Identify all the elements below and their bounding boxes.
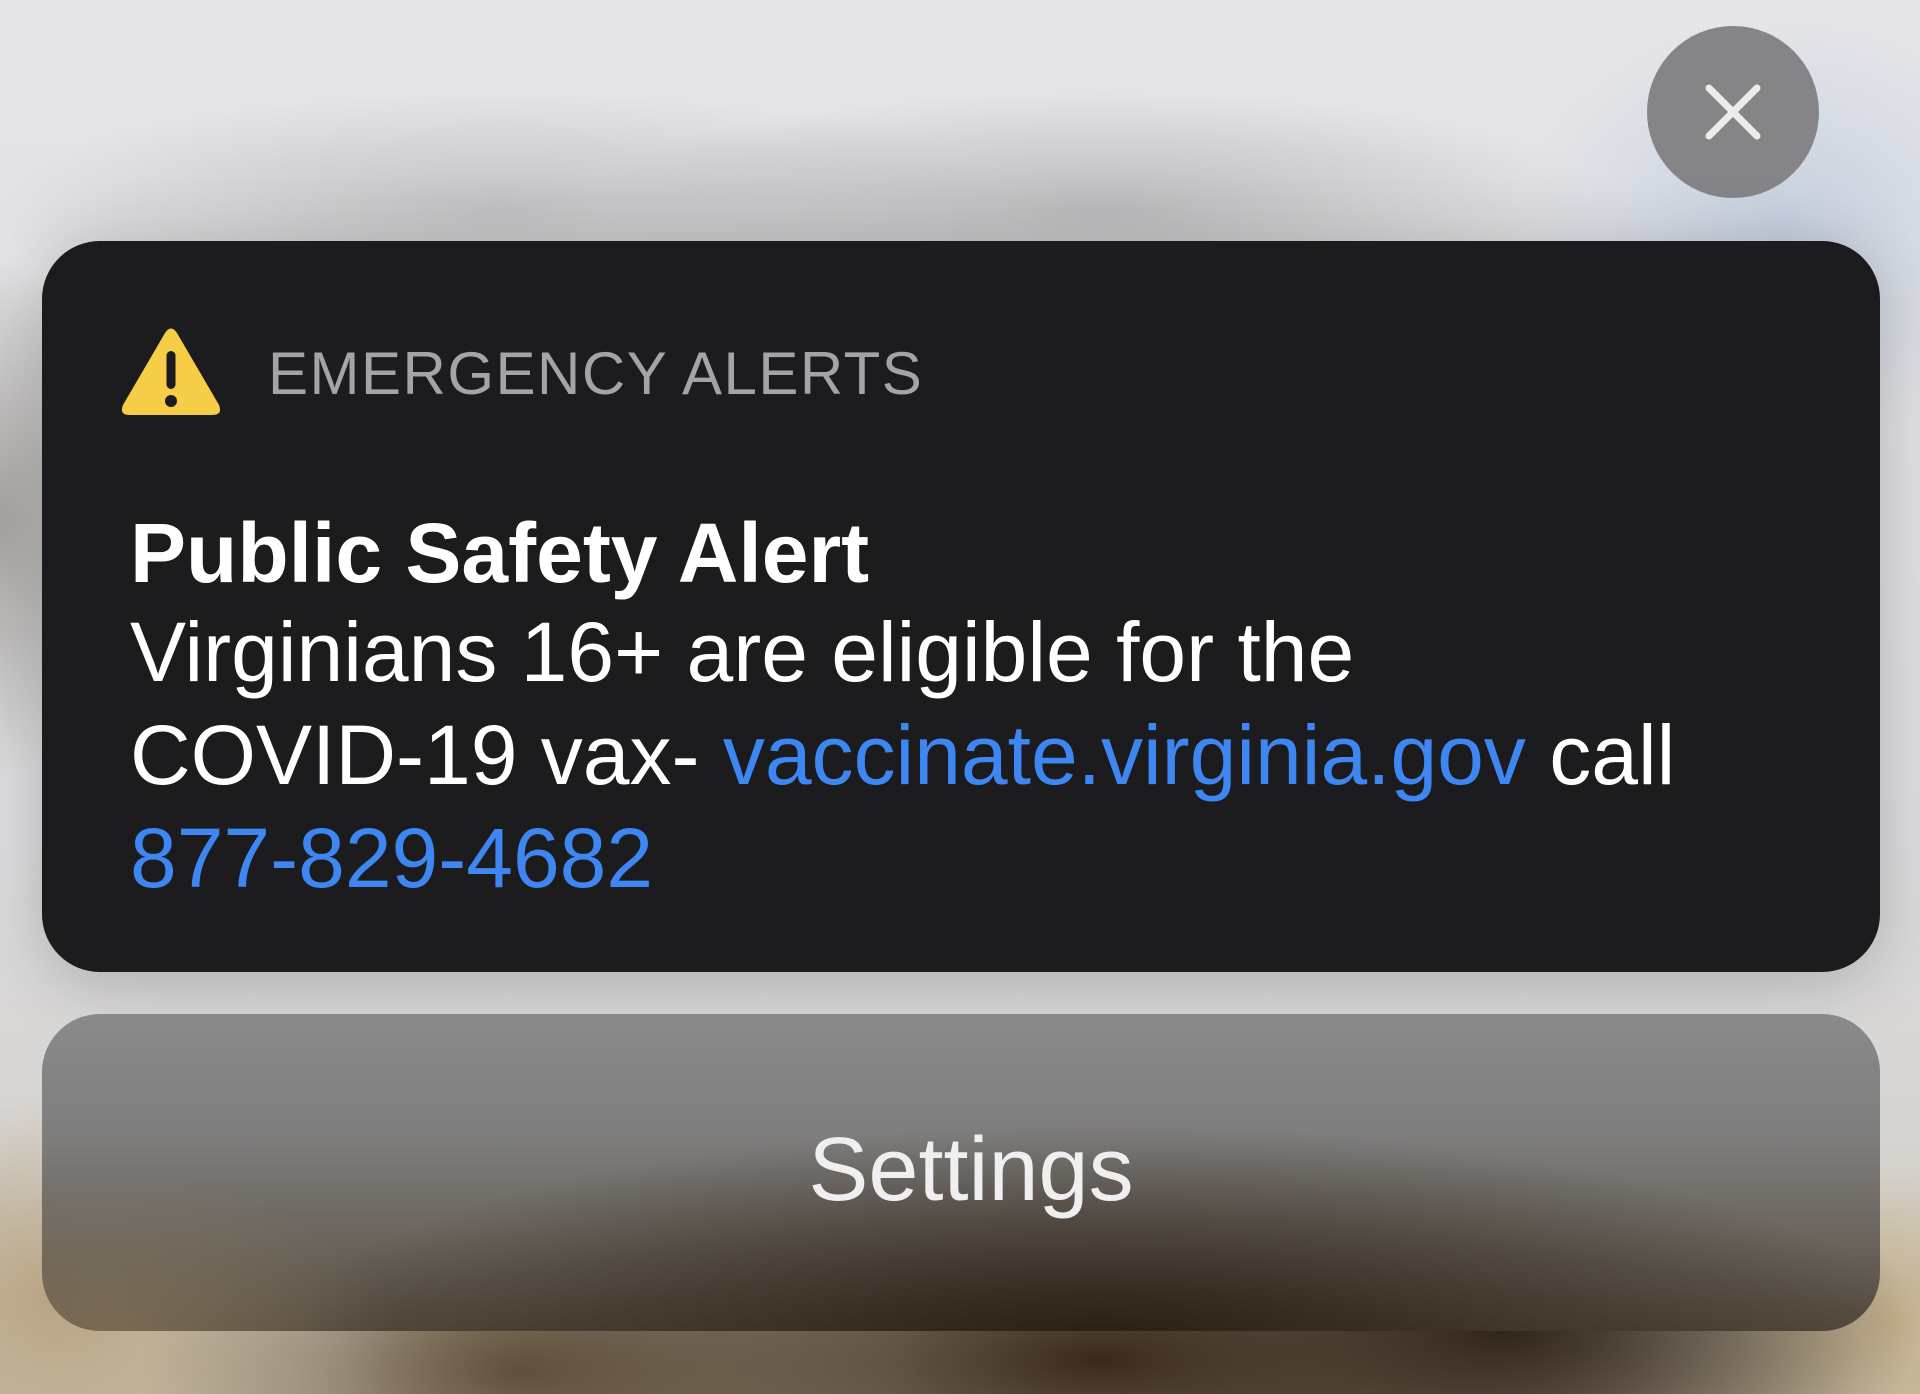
app-name: EMERGENCY ALERTS [268,340,924,407]
phone-link[interactable]: 877-829-4682 [130,811,653,905]
alert-body: Virginians 16+ are eligible for the COVI… [130,601,1810,910]
alert-body-text: COVID-19 vax- [130,708,723,802]
settings-button[interactable]: Settings [42,1014,1880,1331]
alert-body-line-1: Virginians 16+ are eligible for the [130,605,1355,699]
alert-body-line-3: 877-829-4682 [130,807,1810,910]
settings-label: Settings [808,1119,1134,1220]
close-icon [1705,84,1761,140]
close-button[interactable] [1647,26,1819,198]
warning-icon [121,328,221,415]
alert-body-line-2: COVID-19 vax- vaccinate.virginia.gov cal… [130,704,1810,807]
alert-body-text-call: call [1525,708,1676,802]
emergency-alert-notification[interactable]: EMERGENCY ALERTS Public Safety Alert Vir… [42,241,1880,972]
website-link[interactable]: vaccinate.virginia.gov [723,708,1526,802]
alert-title: Public Safety Alert [130,506,870,600]
